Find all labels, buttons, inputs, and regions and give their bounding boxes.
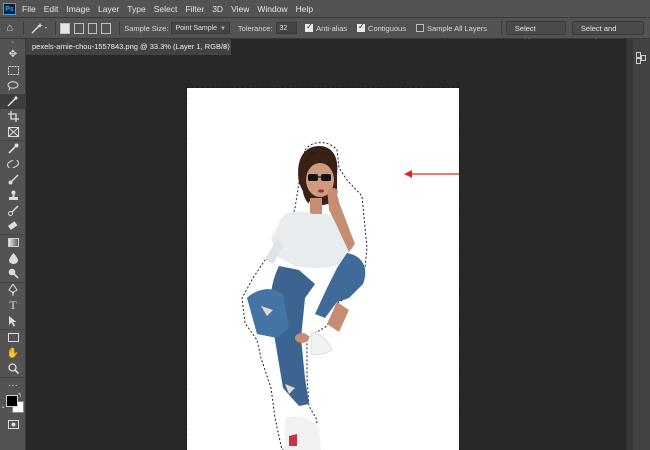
menu-help[interactable]: Help [296,4,313,14]
document-canvas[interactable] [186,87,460,450]
select-subject-button[interactable]: Select Subject [505,21,566,46]
panel-edge [627,39,633,450]
select-and-mask-button[interactable]: Select and Mask... [571,21,644,46]
document-tab-bar: pexels-arnie-chou-1557843.png @ 33.3% (L… [26,39,626,55]
add-to-selection-button[interactable] [73,22,84,34]
subject-image [241,142,459,450]
menu-3d[interactable]: 3D [212,4,223,14]
intersect-selection-button[interactable] [101,22,112,34]
gradient-tool-icon[interactable] [0,234,26,251]
quick-mask-icon[interactable] [0,417,26,433]
blur-tool-icon[interactable] [0,251,26,267]
more-tools-icon[interactable]: ··· [0,376,26,394]
home-icon[interactable]: ⌂ [0,18,19,38]
marquee-tool-icon[interactable] [0,63,26,79]
crop-tool-icon[interactable] [0,109,26,125]
menu-view[interactable]: View [231,4,249,14]
tolerance-input[interactable]: 32 [275,22,298,34]
options-bar: ⌂ Sample Size: Point Sample ▼ Tolerance:… [0,18,650,46]
tool-preset-picker[interactable] [28,18,51,38]
photoshop-logo-icon: Ps [3,2,16,15]
collapsed-panel-strip [626,39,650,450]
close-icon[interactable]: × [223,39,227,55]
tolerance-label: Tolerance: [237,23,273,33]
foreground-color-swatch[interactable] [6,395,18,407]
menu-bar: Ps File Edit Image Layer Type Select Fil… [0,0,650,18]
clone-stamp-tool-icon[interactable] [0,188,26,204]
contiguous-option[interactable]: Contiguous [357,22,409,33]
divider [23,21,25,35]
annotation-arrow [404,170,459,178]
type-tool-icon[interactable]: T [0,298,26,314]
anti-alias-checkbox[interactable] [305,22,314,32]
panel-grip-icon[interactable]: » [0,39,25,47]
menu-file[interactable]: File [22,4,36,14]
frame-tool-icon[interactable] [0,125,26,141]
subtract-from-selection-button[interactable] [87,22,98,34]
sample-all-layers-checkbox[interactable] [415,24,424,32]
menu-type[interactable]: Type [127,4,145,14]
pen-tool-icon[interactable] [0,281,26,299]
eyedropper-tool-icon[interactable] [0,140,26,157]
divider [54,21,56,35]
healing-brush-tool-icon[interactable] [0,157,26,173]
document-tab-title: pexels-arnie-chou-1557843.png @ 33.3% (L… [32,42,230,51]
menu-edit[interactable]: Edit [44,4,59,14]
sample-size-select[interactable]: Point Sample ▼ [171,22,230,34]
default-colors-icon[interactable]: ▪ [2,405,4,411]
hand-tool-icon[interactable]: ✋ [0,346,26,362]
menu-image[interactable]: Image [66,4,90,14]
menu-layer[interactable]: Layer [98,4,119,14]
anti-alias-option[interactable]: Anti-alias [305,22,350,33]
lasso-tool-icon[interactable] [0,78,26,94]
magic-wand-icon [31,23,47,34]
eraser-tool-icon[interactable] [0,219,26,235]
chevron-down-icon: ▼ [219,26,226,32]
menu-filter[interactable]: Filter [185,4,204,14]
new-selection-button[interactable] [59,22,70,34]
history-brush-tool-icon[interactable] [0,203,26,219]
sample-all-layers-option[interactable]: Sample All Layers [415,23,490,33]
anti-alias-label: Anti-alias [316,23,348,33]
dodge-tool-icon[interactable] [0,266,26,282]
sample-all-layers-label: Sample All Layers [426,23,488,33]
magic-wand-tool-icon[interactable] [0,93,26,109]
path-selection-tool-icon[interactable] [0,314,26,330]
zoom-tool-icon[interactable] [0,361,26,377]
brush-tool-icon[interactable] [0,172,26,188]
panels-icon[interactable] [636,52,646,66]
color-swatches: ↰ ▪ [0,393,26,417]
sample-size-label: Sample Size: [124,23,169,33]
contiguous-checkbox[interactable] [357,22,366,32]
sample-size-value: Point Sample [175,25,218,32]
document-tab[interactable]: pexels-arnie-chou-1557843.png @ 33.3% (L… [26,39,231,55]
move-tool-icon[interactable]: ✥ [0,47,26,63]
menu-window[interactable]: Window [257,4,287,14]
divider [119,21,121,35]
rectangle-tool-icon[interactable] [0,329,26,346]
contiguous-label: Contiguous [368,23,406,33]
menu-select[interactable]: Select [154,4,178,14]
tools-panel: » ✥ T ✋ ··· ↰ ▪ [0,39,26,450]
divider [501,21,502,35]
